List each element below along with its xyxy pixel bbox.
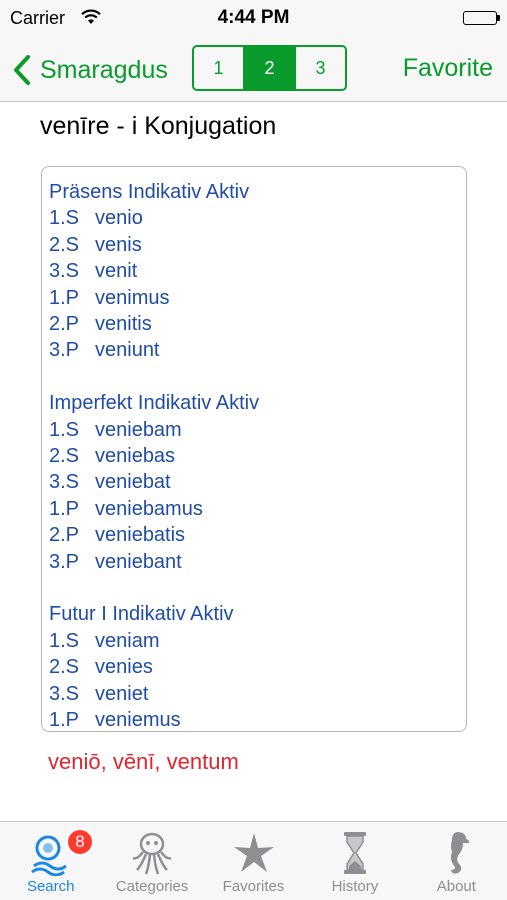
tab-favorites[interactable]: Favorites: [203, 822, 304, 900]
favorite-button[interactable]: Favorite: [403, 54, 493, 83]
conjugation-row: 3.S venit: [49, 258, 466, 284]
verb-form: veniunt: [95, 339, 160, 362]
conjugation-row: 3.P veniebant: [49, 549, 466, 575]
conjugation-row: 1.S veniam: [49, 628, 466, 654]
person-label: 1.S: [49, 418, 80, 441]
tab-history-label: History: [331, 878, 379, 895]
person-label: 2.S: [49, 233, 80, 256]
conjugation-row: 3.P veniunt: [49, 337, 466, 363]
tab-history[interactable]: History: [304, 822, 405, 900]
person-label: 2.P: [49, 313, 80, 336]
person-label: 1.P: [49, 286, 80, 309]
tab-categories-label: Categories: [115, 878, 189, 895]
conjugation-table[interactable]: Präsens Indikativ Aktiv 1.S venio 2.S venis 3…: [41, 166, 467, 732]
person-label: 1.P: [49, 709, 80, 732]
conjugation-row: 2.S venis: [49, 232, 466, 258]
page-title: venīre - i Konjugation: [40, 112, 277, 140]
hourglass-icon: [332, 830, 378, 876]
verb-form: veniebam: [95, 418, 182, 441]
back-button[interactable]: Smaragdus: [12, 52, 168, 88]
chevron-left-icon: [14, 55, 30, 85]
person-label: 3.S: [49, 682, 80, 705]
verb-form: veniam: [95, 629, 160, 652]
person-label: 2.P: [49, 524, 80, 547]
verb-form: venio: [95, 207, 143, 230]
verb-form: venimus: [95, 286, 170, 309]
tense-section: Futur I Indikativ Aktiv 1.S veniam 2.S venie…: [49, 601, 466, 732]
octopus-icon: [129, 830, 175, 876]
person-label: 1.S: [49, 207, 80, 230]
verb-form: venitis: [95, 313, 152, 336]
segment-3[interactable]: 3: [294, 47, 345, 89]
verb-form: veniebant: [95, 550, 182, 573]
verb-form: veniebamus: [95, 497, 203, 520]
conjugation-row: 2.S veniebas: [49, 443, 466, 469]
tense-heading: Imperfekt Indikativ Aktiv: [49, 392, 260, 415]
conjugation-row: 1.P veniemus: [49, 707, 466, 732]
principal-parts: veniō, vēnī, ventum: [48, 749, 239, 774]
conjugation-row: 3.S veniet: [49, 681, 466, 707]
tab-search[interactable]: 8 Search: [0, 822, 101, 900]
tense-heading: Futur I Indikativ Aktiv: [49, 603, 234, 626]
tab-bar: 8 Search Categories Favorites History Ab…: [0, 821, 507, 900]
page-segmented-control: 1 2 3: [192, 45, 347, 91]
starfish-icon: [231, 830, 277, 876]
battery-icon: [463, 11, 500, 25]
segment-1[interactable]: 1: [194, 47, 243, 89]
tense-section: Imperfekt Indikativ Aktiv 1.S veniebam 2.S v…: [49, 390, 466, 575]
search-badge: 8: [66, 828, 94, 856]
person-label: 3.S: [49, 260, 80, 283]
person-label: 3.P: [49, 339, 80, 362]
person-label: 2.S: [49, 445, 80, 468]
verb-form: venies: [95, 656, 153, 679]
verb-form: venis: [95, 233, 142, 256]
person-label: 3.P: [49, 550, 80, 573]
verb-form: venit: [95, 260, 138, 283]
verb-form: veniebat: [95, 471, 171, 494]
conjugation-row: 2.S venies: [49, 654, 466, 680]
seahorse-icon: [433, 830, 479, 876]
person-label: 1.P: [49, 497, 80, 520]
person-label: 3.S: [49, 471, 80, 494]
verb-form: veniebatis: [95, 524, 186, 547]
tense-section: Präsens Indikativ Aktiv 1.S venio 2.S venis 3…: [49, 179, 466, 364]
person-label: 1.S: [49, 629, 80, 652]
status-time: 4:44 PM: [217, 7, 290, 28]
conjugation-row: 2.P veniebatis: [49, 522, 466, 548]
back-button-label: Smaragdus: [40, 55, 168, 84]
tense-heading: Präsens Indikativ Aktiv: [49, 181, 250, 203]
tab-search-label: Search: [26, 878, 75, 895]
conjugation-row: 3.S veniebat: [49, 469, 466, 495]
tab-favorites-label: Favorites: [222, 878, 285, 895]
segment-2[interactable]: 2: [243, 47, 294, 89]
person-label: 2.S: [49, 656, 80, 679]
conjugation-row: 1.S veniebam: [49, 417, 466, 443]
verb-form: veniet: [95, 682, 149, 705]
verb-form: veniebas: [95, 445, 176, 468]
verb-form: veniemus: [95, 709, 181, 732]
status-bar: Carrier 4:44 PM: [0, 0, 507, 38]
conjugation-row: 1.S venio: [49, 205, 466, 231]
tab-about[interactable]: About: [406, 822, 507, 900]
conjugation-row: 2.P venitis: [49, 311, 466, 337]
conjugation-row: 1.P veniebamus: [49, 496, 466, 522]
navigation-bar: Smaragdus 1 2 3 Favorite: [0, 38, 507, 102]
tab-categories[interactable]: Categories: [101, 822, 202, 900]
tab-about-label: About: [436, 878, 476, 895]
conjugation-row: 1.P venimus: [49, 285, 466, 311]
